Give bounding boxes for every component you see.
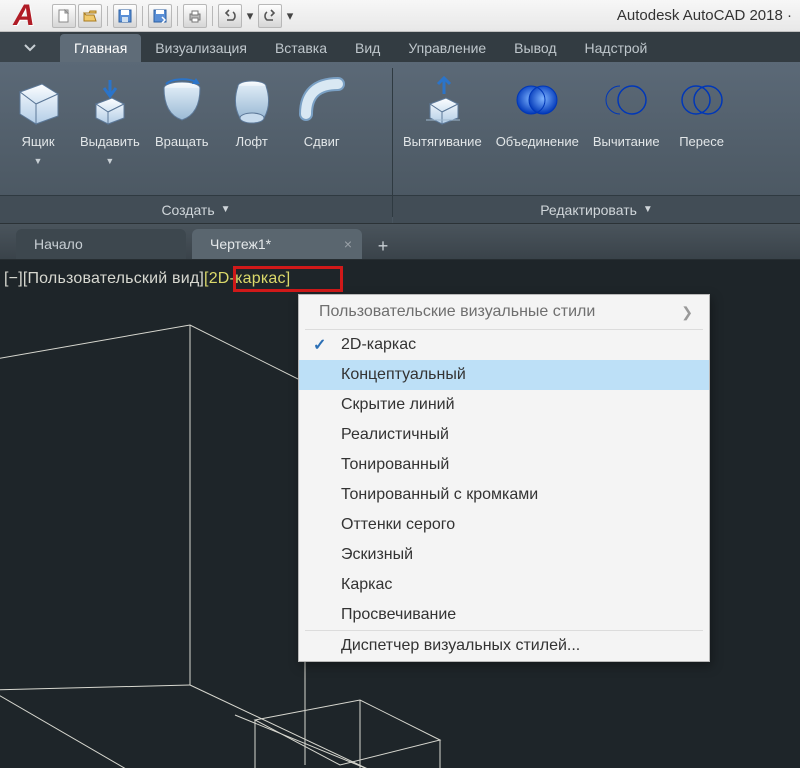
ribbon-icon [598, 72, 654, 128]
ctx-item-label: Оттенки серого [341, 516, 455, 534]
ribbon-icon [154, 72, 210, 128]
qat-redo-icon[interactable] [258, 4, 282, 28]
ribbon-btn-label: Вытягивание [403, 134, 482, 150]
viewport-label-prefix: [−][Пользовательский вид] [4, 270, 204, 287]
ribbon-group-title-edit[interactable]: Редактировать ▼ [393, 195, 800, 223]
ribbon-btn-label: Выдавить [80, 134, 140, 150]
viewport-label[interactable]: [−][Пользовательский вид][2D-каркас] [4, 270, 290, 288]
ctx-item-label: Каркас [341, 576, 392, 594]
quick-access-toolbar: ▾ ▾ [48, 4, 300, 28]
ribbon-btn-Сдвиг[interactable]: Сдвиг [288, 68, 356, 154]
ribbon-tab-4[interactable]: Управление [394, 34, 500, 62]
ctx-item-label: 2D-каркас [341, 336, 416, 354]
ctx-item-5[interactable]: Тонированный с кромками [299, 480, 709, 510]
ribbon-btn-label: Объединение [496, 134, 579, 150]
qat-redo-dropdown[interactable]: ▾ [284, 4, 296, 28]
qat-new-icon[interactable] [52, 4, 76, 28]
ribbon-btn-label: Лофт [236, 134, 268, 150]
ctx-item-3[interactable]: Реалистичный [299, 420, 709, 450]
ribbon-btn-label: Пересе [679, 134, 724, 150]
ribbon-group-title-label: Редактировать [540, 202, 637, 218]
ribbon-btn-Вычитание[interactable]: Вычитание [587, 68, 666, 154]
ribbon-tab-2[interactable]: Вставка [261, 34, 341, 62]
ribbon-btn-label: Ящик [21, 134, 54, 150]
qat-save-icon[interactable] [113, 4, 137, 28]
ctx-item-label: Просвечивание [341, 606, 456, 624]
file-tab-add[interactable]: + [368, 233, 398, 259]
ctx-item-4[interactable]: Тонированный [299, 450, 709, 480]
ctx-item-label: Диспетчер визуальных стилей... [341, 637, 580, 655]
ribbon-tab-1[interactable]: Визуализация [141, 34, 261, 62]
ribbon-icon [674, 72, 730, 128]
ribbon-btn-Лофт[interactable]: Лофт [218, 68, 286, 154]
ribbon-tab-6[interactable]: Надстрой [571, 34, 662, 62]
ctx-item-label: Тонированный [341, 456, 449, 474]
ribbon-icon [414, 72, 470, 128]
file-tab-1[interactable]: Чертеж1*× [192, 229, 362, 259]
viewport-label-bracket: ] [286, 270, 291, 287]
ribbon-group-edit: Вытягивание Объединение Вычитание Пересе Ре… [393, 62, 800, 223]
ctx-header-label: Пользовательские визуальные стили [319, 303, 595, 321]
ribbon-group-title-create[interactable]: Создать ▼ [0, 195, 392, 223]
chevron-down-icon: ▼ [34, 156, 43, 166]
app-logo[interactable]: A [0, 0, 48, 32]
chevron-down-icon: ▼ [105, 156, 114, 166]
chevron-down-icon: ▼ [221, 204, 231, 215]
ribbon-btn-Выдавить[interactable]: Выдавить ▼ [74, 68, 146, 170]
ribbon-group-create: Ящик ▼ Выдавить ▼ Вращать Лофт Сдвиг Создать ▼ [0, 62, 392, 223]
ribbon-icon [82, 72, 138, 128]
visual-styles-context-menu: Пользовательские визуальные стили ❯ 2D-к… [298, 294, 710, 662]
ctx-item-label: Эскизный [341, 546, 413, 564]
close-icon[interactable]: × [344, 236, 352, 252]
app-menu-dropdown[interactable] [0, 32, 60, 62]
ribbon-btn-Объединение[interactable]: Объединение [490, 68, 585, 154]
qat-open-icon[interactable] [78, 4, 102, 28]
chevron-right-icon: ❯ [681, 304, 693, 321]
qat-undo-icon[interactable] [218, 4, 242, 28]
file-tab-0[interactable]: Начало [16, 229, 186, 259]
title-bar: A ▾ ▾ Autodesk AutoCAD 2018 · [0, 0, 800, 32]
ctx-item-1[interactable]: Концептуальный [299, 360, 709, 390]
ctx-item-2[interactable]: Скрытие линий [299, 390, 709, 420]
ribbon-btn-label: Вращать [155, 134, 209, 150]
viewport-visual-style[interactable]: 2D-каркас [209, 270, 286, 287]
ribbon-group-title-label: Создать [161, 202, 214, 218]
ribbon-btn-label: Сдвиг [304, 134, 340, 150]
ribbon-tab-0[interactable]: Главная [60, 34, 141, 62]
ribbon-icon [224, 72, 280, 128]
ctx-item-6[interactable]: Оттенки серого [299, 510, 709, 540]
ctx-item-label: Скрытие линий [341, 396, 455, 414]
ribbon-tabs: ГлавнаяВизуализацияВставкаВидУправлениеВ… [0, 32, 800, 62]
ctx-item-0[interactable]: 2D-каркас [299, 330, 709, 360]
ribbon-btn-Вращать[interactable]: Вращать [148, 68, 216, 154]
ctx-item-label: Концептуальный [341, 366, 466, 384]
file-tabs: НачалоЧертеж1*×+ [0, 224, 800, 260]
ribbon-tab-3[interactable]: Вид [341, 34, 394, 62]
chevron-down-icon: ▼ [643, 204, 653, 215]
ribbon: Ящик▼Выдавить▼ВращатьЛофтСдвиг Создать▼ … [0, 62, 800, 224]
ribbon-icon [509, 72, 565, 128]
ribbon-btn-Пересе[interactable]: Пересе [668, 68, 736, 154]
viewport[interactable]: [−][Пользовательский вид][2D-каркас] Пол… [0, 260, 800, 768]
ribbon-icon [294, 72, 350, 128]
qat-saveas-icon[interactable] [148, 4, 172, 28]
qat-print-icon[interactable] [183, 4, 207, 28]
ctx-header-custom-styles[interactable]: Пользовательские визуальные стили ❯ [299, 295, 709, 329]
window-title: Autodesk AutoCAD 2018 · [617, 7, 800, 24]
ctx-visual-styles-manager[interactable]: Диспетчер визуальных стилей... [299, 631, 709, 661]
ribbon-btn-Вытягивание[interactable]: Вытягивание [397, 68, 488, 154]
ribbon-tab-5[interactable]: Вывод [500, 34, 570, 62]
ctx-item-9[interactable]: Просвечивание [299, 600, 709, 630]
ctx-item-7[interactable]: Эскизный [299, 540, 709, 570]
ctx-item-label: Реалистичный [341, 426, 449, 444]
qat-undo-dropdown[interactable]: ▾ [244, 4, 256, 28]
ribbon-icon [10, 72, 66, 128]
ctx-item-label: Тонированный с кромками [341, 486, 538, 504]
ribbon-btn-label: Вычитание [593, 134, 660, 150]
ctx-item-8[interactable]: Каркас [299, 570, 709, 600]
ribbon-btn-Ящик[interactable]: Ящик ▼ [4, 68, 72, 170]
